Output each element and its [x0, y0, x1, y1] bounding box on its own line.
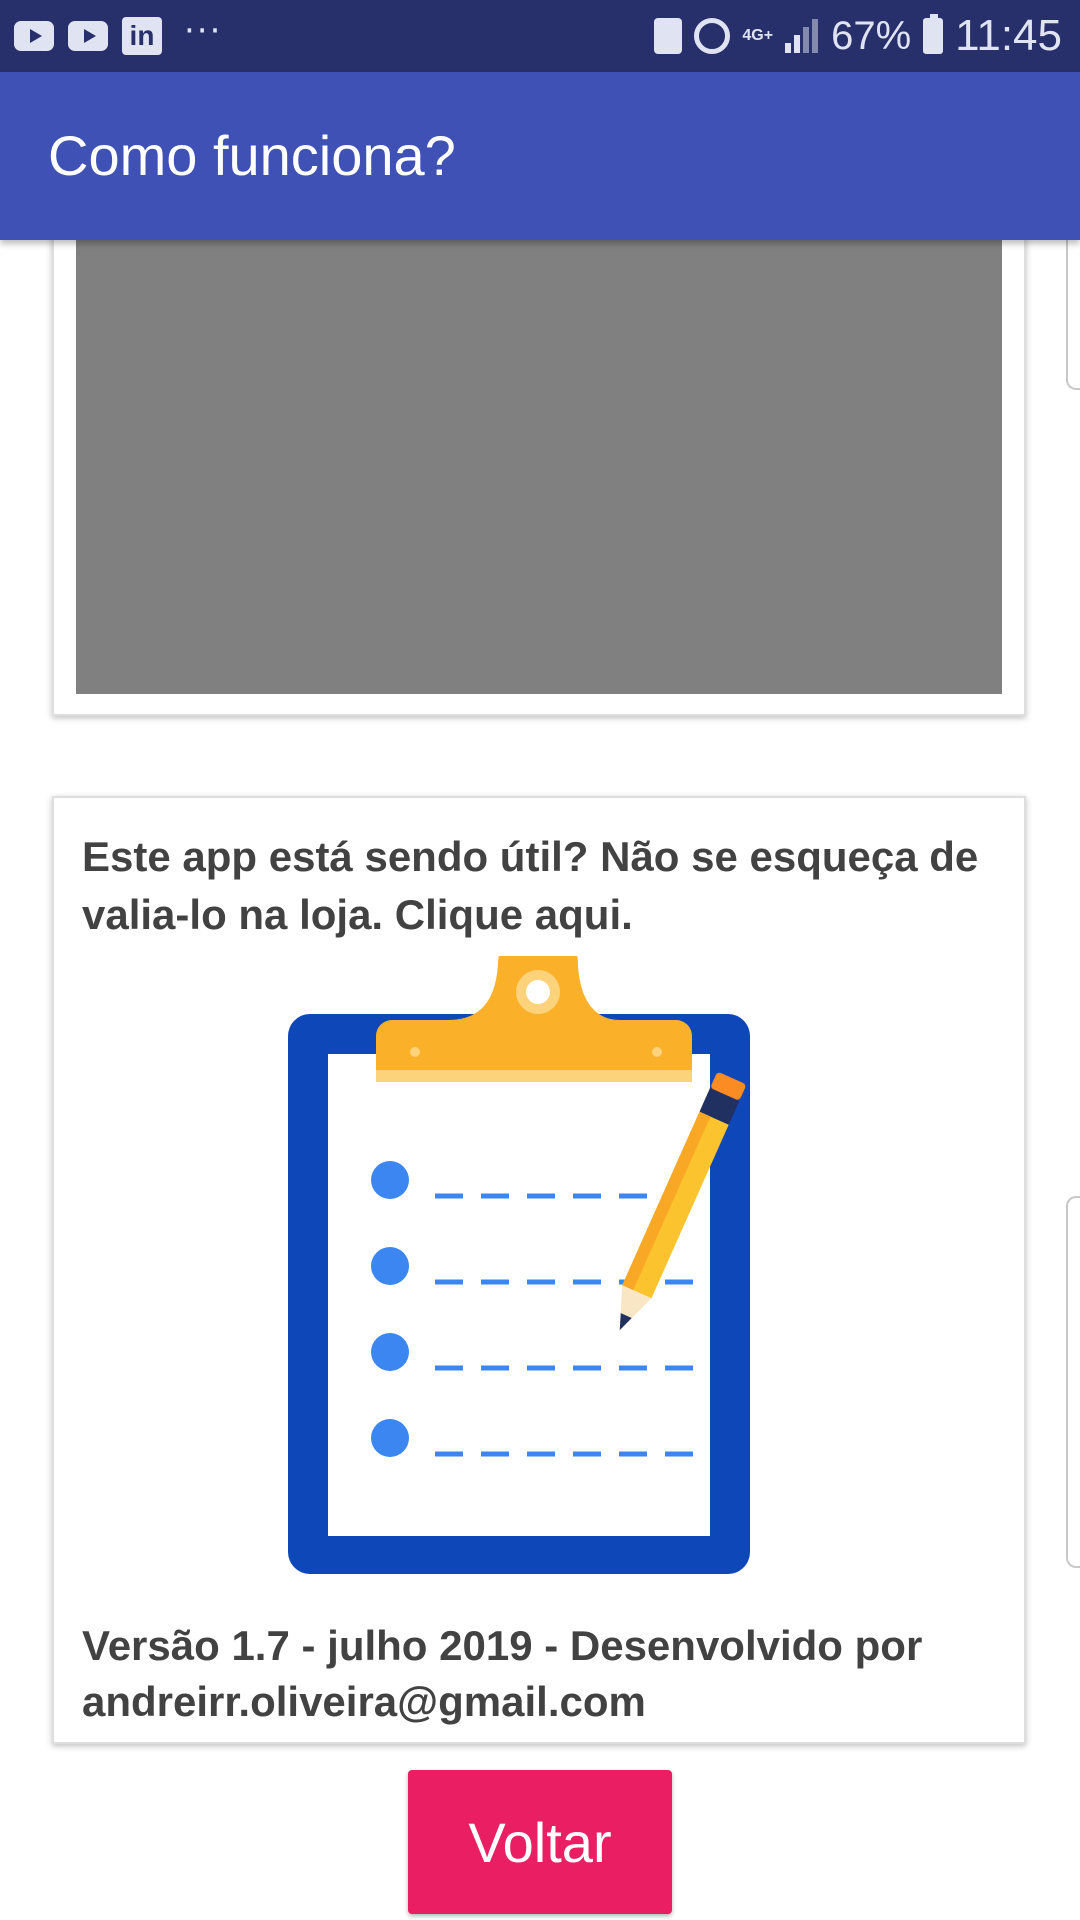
rate-app-card[interactable]: Este app está sendo útil? Não se esqueça… — [52, 796, 1026, 1744]
battery-percent: 67% — [831, 13, 912, 58]
signal-icon — [785, 19, 819, 53]
back-button[interactable]: Voltar — [408, 1770, 672, 1914]
battery-icon — [923, 14, 944, 54]
youtube-notification-icon — [68, 21, 108, 51]
video-card — [52, 200, 1026, 716]
page-title: Como funciona? — [48, 124, 456, 187]
youtube-notification-icon — [14, 21, 54, 51]
recycle-icon — [654, 18, 683, 54]
network-type: 4G+ — [742, 27, 774, 44]
linkedin-notification-icon: in — [122, 17, 162, 55]
app-bar: Como funciona? — [0, 72, 1080, 240]
version-info: Versão 1.7 - julho 2019 - Desenvolvido p… — [82, 1622, 923, 1725]
notification-icons: in ··· — [14, 11, 222, 56]
system-icons: 4G+ 67% 11:45 — [654, 11, 1062, 60]
video-player[interactable] — [76, 240, 1002, 694]
clipboard-icon — [288, 956, 750, 1574]
alarm-icon — [694, 18, 731, 54]
edge-panel-handle[interactable] — [1066, 1196, 1080, 1568]
more-notifications-icon: ··· — [184, 11, 223, 51]
clock: 11:45 — [955, 11, 1062, 60]
edge-panel-handle[interactable] — [1066, 240, 1080, 390]
rate-app-text[interactable]: Este app está sendo útil? Não se esqueça… — [82, 828, 1002, 944]
status-bar: in ··· 4G+ 67% 11:45 — [0, 0, 1080, 72]
